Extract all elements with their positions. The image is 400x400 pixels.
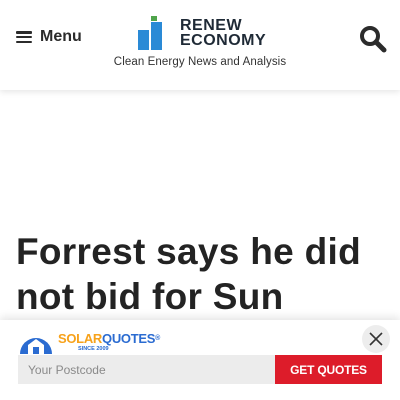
menu-label: Menu: [40, 28, 82, 45]
site-header: Menu RENEW ECONOMY Clean Energy News and…: [0, 0, 400, 90]
site-tagline: Clean Energy News and Analysis: [113, 56, 287, 68]
search-button[interactable]: [358, 24, 388, 54]
solar-house-icon: [20, 338, 52, 354]
logo-line-renew: RENEW: [180, 17, 243, 34]
postcode-input[interactable]: [18, 355, 275, 384]
solarquotes-name: SOLARQUOTES®: [58, 331, 160, 346]
solarquotes-since: SINCE 2009: [78, 346, 109, 352]
solarquotes-logo[interactable]: SOLARQUOTES® SINCE 2009: [18, 326, 160, 354]
search-icon: [360, 26, 387, 53]
get-quotes-button[interactable]: GET QUOTES: [275, 355, 382, 384]
hamburger-icon: [16, 31, 32, 43]
close-banner-button[interactable]: [362, 325, 390, 353]
close-icon: [369, 332, 383, 346]
menu-button[interactable]: Menu: [16, 24, 82, 50]
site-logo[interactable]: RENEW ECONOMY: [138, 16, 266, 50]
renew-economy-logo-icon: [138, 16, 162, 50]
solarquotes-wordmark: SOLARQUOTES® SINCE 2009: [58, 332, 160, 353]
logo-line-economy: ECONOMY: [180, 32, 267, 49]
logo-wordmark: RENEW ECONOMY: [180, 17, 267, 49]
